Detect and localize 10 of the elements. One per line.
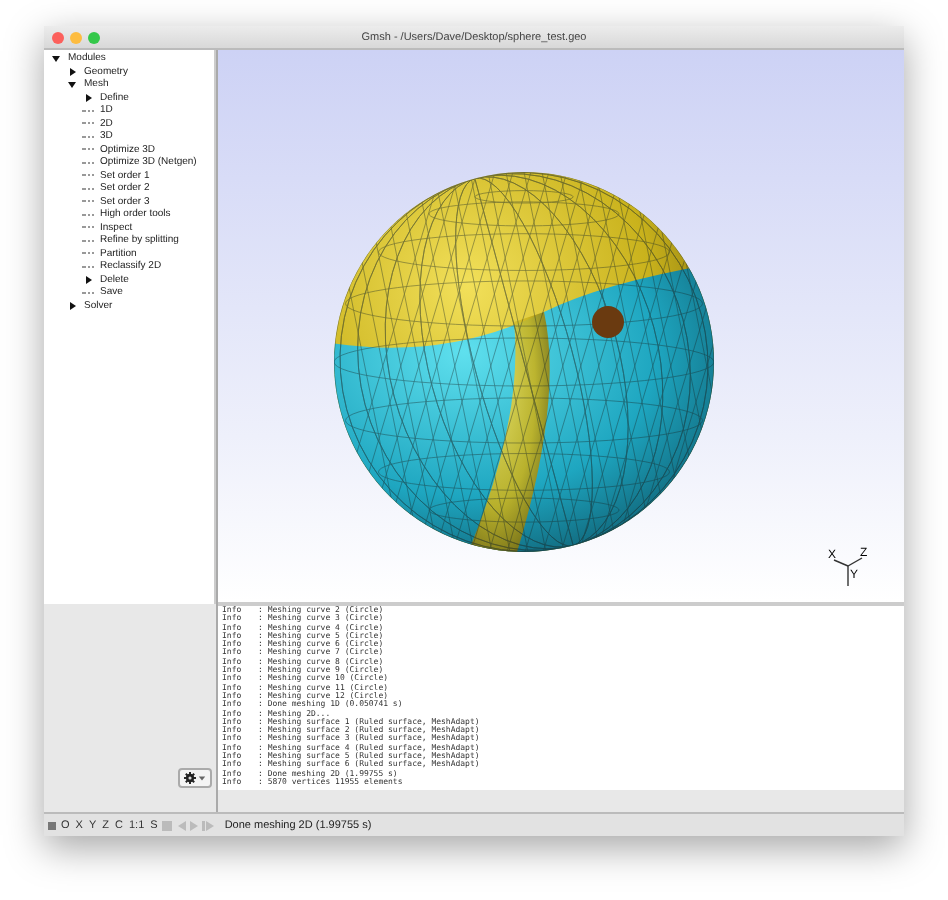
collapsed-triangle-icon[interactable] — [82, 92, 94, 103]
grid-icon[interactable] — [48, 821, 56, 829]
caret-icon — [198, 774, 206, 782]
gear-icon — [184, 772, 196, 784]
collapsed-triangle-icon[interactable] — [66, 300, 78, 311]
expanded-triangle-icon[interactable] — [50, 53, 62, 64]
collapsed-triangle-icon[interactable] — [66, 66, 78, 77]
expanded-triangle-icon[interactable] — [66, 79, 78, 90]
collapsed-triangle-icon[interactable] — [82, 274, 94, 285]
gear-menu-button[interactable] — [178, 768, 212, 788]
